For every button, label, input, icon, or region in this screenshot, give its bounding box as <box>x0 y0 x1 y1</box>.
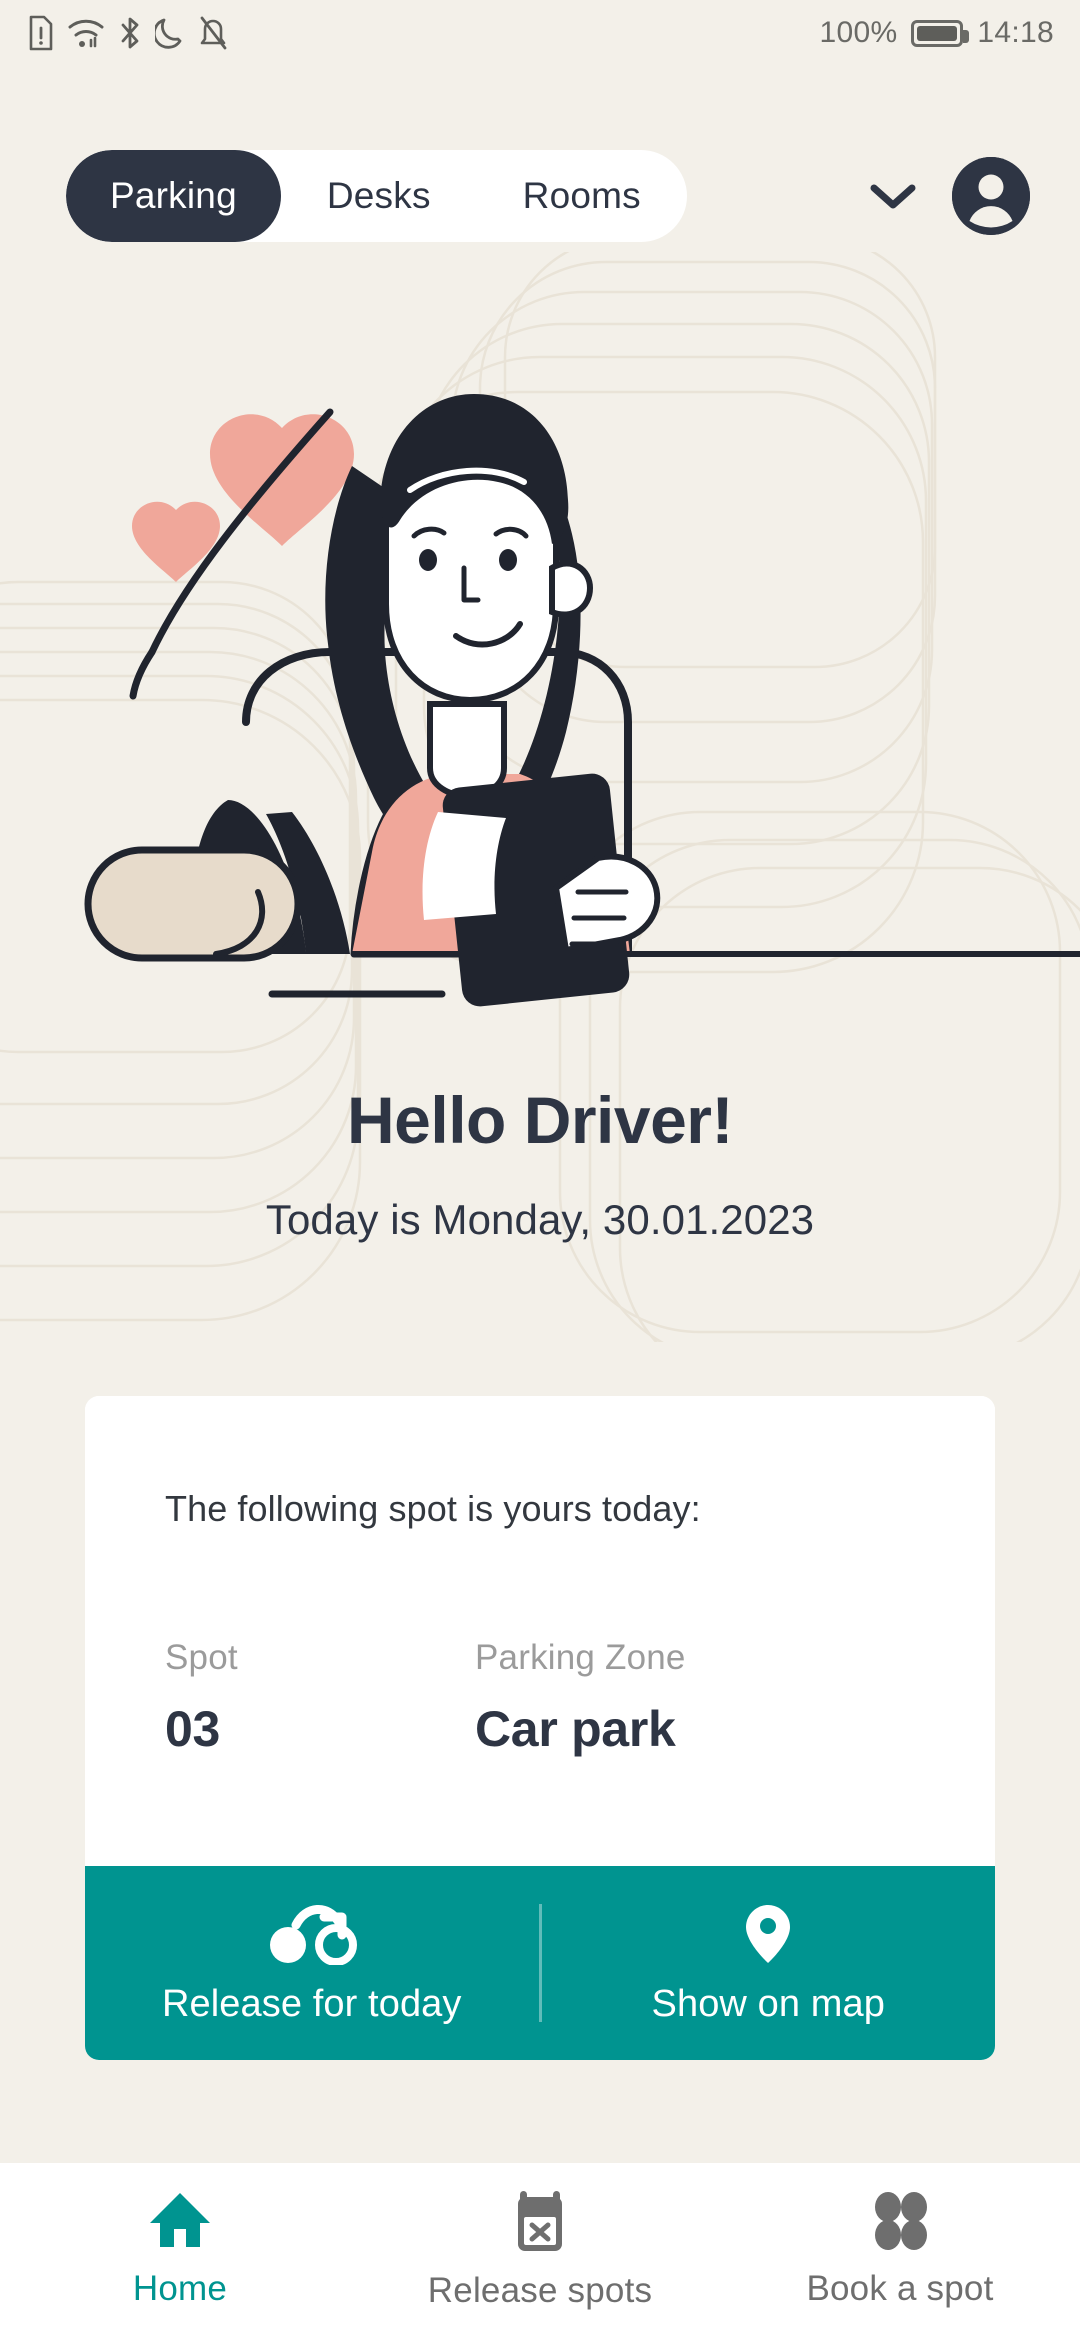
field-spot-label: Spot <box>165 1638 238 1677</box>
app-screen: 100% 14:18 Parking Desks Rooms Hello Dri… <box>0 0 1080 2340</box>
field-parking-zone: Parking Zone Car park <box>475 1638 915 1758</box>
nav-item-release-spots-label: Release spots <box>427 2271 653 2310</box>
nav-item-book-a-spot-label: Book a spot <box>806 2269 994 2308</box>
nav-item-home[interactable]: Home <box>0 2189 360 2309</box>
grid-dots-icon <box>875 2192 927 2250</box>
home-icon <box>150 2193 210 2247</box>
release-for-today-label: Release for today <box>161 1982 462 2025</box>
transfer-release-icon <box>269 1904 357 1965</box>
account-avatar-icon[interactable] <box>952 157 1030 235</box>
hero-illustration <box>0 252 1080 1342</box>
map-pin-icon <box>746 1904 791 1963</box>
clock-label: 14:18 <box>977 16 1054 49</box>
nav-item-home-label: Home <box>132 2269 228 2308</box>
wifi-icon <box>68 19 104 48</box>
nav-item-release-spots[interactable]: Release spots <box>360 2189 720 2311</box>
heart-small <box>132 501 220 582</box>
spot-card-actions: Release for today Show on map <box>85 1866 995 2060</box>
sim-alert-icon <box>29 15 53 51</box>
spot-card-lead: The following spot is yours today: <box>165 1488 701 1529</box>
show-on-map-label: Show on map <box>651 1982 885 2025</box>
status-bar: 100% 14:18 <box>0 0 1080 66</box>
field-spot: Spot 03 <box>165 1638 475 1758</box>
tab-parking[interactable]: Parking <box>66 150 281 242</box>
show-on-map-button[interactable]: Show on map <box>542 1866 996 2060</box>
notifications-off-icon <box>200 16 227 50</box>
tab-desks[interactable]: Desks <box>281 150 477 242</box>
tab-rooms[interactable]: Rooms <box>477 150 687 242</box>
release-for-today-button[interactable]: Release for today <box>85 1866 539 2060</box>
field-parking-zone-value: Car park <box>475 1701 676 1757</box>
spot-card: The following spot is yours today: Spot … <box>85 1396 995 2060</box>
page-title: Hello Driver! <box>347 1083 733 1157</box>
bottom-navigation: Home Release spots Book a spot <box>0 2163 1080 2340</box>
top-bar-right <box>870 157 1044 235</box>
do-not-disturb-moon-icon <box>155 18 182 49</box>
nav-item-book-a-spot[interactable]: Book a spot <box>720 2189 1080 2309</box>
top-bar: Parking Desks Rooms <box>0 140 1080 252</box>
date-subtitle: Today is Monday, 30.01.2023 <box>265 1196 815 1243</box>
segmented-tabs: Parking Desks Rooms <box>66 150 687 242</box>
spot-card-body: The following spot is yours today: Spot … <box>85 1396 995 1866</box>
field-spot-value: 03 <box>165 1701 221 1757</box>
woman-in-car-with-phone-illustration <box>0 252 1080 1342</box>
battery-percent-label: 100% <box>819 16 898 49</box>
calendar-x-icon <box>518 2191 562 2251</box>
bluetooth-icon <box>121 17 139 49</box>
status-bar-right: 100% 14:18 <box>819 18 1054 48</box>
chevron-down-icon[interactable] <box>870 173 916 219</box>
field-parking-zone-label: Parking Zone <box>475 1638 686 1677</box>
battery-full-icon <box>911 19 970 47</box>
spot-card-fields: Spot 03 Parking Zone Car park <box>165 1638 915 1758</box>
status-bar-left-icons <box>28 15 228 51</box>
